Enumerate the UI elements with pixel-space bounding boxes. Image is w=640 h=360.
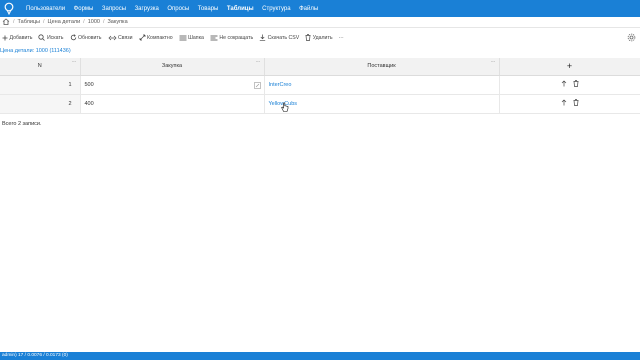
table-row[interactable]: 2 400 YellowCubs: [0, 94, 640, 114]
column-header-supplier-label: Поставщик: [367, 63, 396, 70]
no-shorten-button[interactable]: Не сокращать: [210, 35, 253, 41]
header-icon: [179, 35, 187, 40]
breadcrumb: / Таблицы / Цена детали / 1000 / Закупка: [0, 17, 640, 28]
settings-gear-icon[interactable]: [627, 33, 636, 44]
more-button[interactable]: ···: [339, 35, 344, 41]
download-csv-button[interactable]: Скачать CSV: [259, 34, 299, 41]
status-bar: admin) 17 / 0.0076 / 0.0173 (0): [0, 352, 640, 360]
nav-users[interactable]: Пользователи: [26, 6, 65, 12]
row-number: 1: [0, 75, 81, 95]
purchase-value: 500: [84, 81, 94, 88]
header-button[interactable]: Шапка: [179, 35, 204, 41]
refresh-icon: [70, 34, 76, 41]
column-menu-icon[interactable]: ···: [72, 59, 76, 65]
search-icon: [38, 34, 46, 41]
table-row[interactable]: 1 500 InterCreo: [0, 75, 640, 95]
search-button[interactable]: Искать: [38, 34, 64, 41]
column-header-purchase-label: Закупка: [161, 63, 183, 70]
row-number: 2: [0, 94, 81, 114]
add-button-label: Добавить: [9, 34, 33, 41]
data-table: N ··· Закупка ··· Поставщик ··· + 1 500 Int…: [0, 58, 640, 114]
row-actions: [499, 94, 640, 114]
breadcrumb-separator: /: [43, 19, 45, 25]
nav-queries[interactable]: Запросы: [102, 6, 126, 12]
column-header-n-label: N: [37, 63, 42, 70]
nav-upload[interactable]: Загрузка: [135, 6, 159, 12]
top-navbar: Пользователи Формы Запросы Загрузка Опро…: [0, 0, 640, 17]
list-icon: [210, 35, 218, 40]
supplier-link[interactable]: InterCreo: [264, 75, 500, 95]
download-csv-button-label: Скачать CSV: [267, 34, 300, 41]
table-caption-link[interactable]: Цена детали: 1000 (111436): [0, 48, 71, 54]
total-records: Всего 2 записи.: [2, 121, 42, 127]
purchase-cell[interactable]: 500: [80, 75, 265, 95]
edit-icon[interactable]: [253, 81, 261, 91]
add-column-label: +: [566, 61, 573, 72]
header-button-label: Шапка: [188, 34, 204, 41]
refresh-button-label: Обновить: [78, 34, 102, 41]
nav-files[interactable]: Файлы: [299, 6, 318, 12]
column-menu-icon[interactable]: ···: [256, 59, 260, 65]
nav-products[interactable]: Товары: [198, 6, 219, 12]
pointer-cursor-icon: [281, 102, 289, 115]
trash-icon: [305, 34, 311, 41]
nav-forms[interactable]: Формы: [74, 6, 94, 12]
breadcrumb-separator: /: [13, 19, 15, 25]
delete-button-label: Удалить: [312, 34, 333, 41]
breadcrumb-record[interactable]: 1000: [88, 19, 100, 25]
home-icon[interactable]: [2, 17, 10, 27]
purchase-cell[interactable]: 400: [80, 94, 265, 114]
nav-surveys[interactable]: Опросы: [167, 6, 189, 12]
breadcrumb-table[interactable]: Цена детали: [48, 19, 81, 25]
app-logo-icon[interactable]: [0, 0, 18, 17]
add-column-button[interactable]: +: [499, 58, 640, 76]
link-icon: [108, 35, 116, 40]
toolbar: Добавить Искать Обновить Связи Компактно…: [0, 31, 640, 44]
plus-icon: [2, 35, 8, 40]
links-button[interactable]: Связи: [108, 35, 133, 41]
column-menu-icon[interactable]: ···: [491, 59, 495, 65]
nav-tables[interactable]: Таблицы: [227, 6, 254, 12]
links-button-label: Связи: [118, 34, 133, 41]
delete-button[interactable]: Удалить: [305, 34, 333, 41]
table-header-row: N ··· Закупка ··· Поставщик ··· +: [0, 58, 640, 76]
download-icon: [259, 34, 266, 41]
compact-button-label: Компактно: [147, 34, 173, 41]
supplier-link[interactable]: YellowCubs: [264, 94, 500, 114]
breadcrumb-separator: /: [102, 19, 105, 25]
breadcrumb-separator: /: [83, 19, 85, 25]
compact-icon: [139, 34, 145, 41]
main-nav: Пользователи Формы Запросы Загрузка Опро…: [26, 6, 327, 12]
trash-icon[interactable]: [573, 99, 579, 108]
purchase-value: 400: [84, 100, 94, 107]
refresh-button[interactable]: Обновить: [70, 34, 102, 41]
column-header-n[interactable]: N ···: [0, 58, 81, 76]
move-up-icon[interactable]: [561, 80, 567, 89]
column-header-supplier[interactable]: Поставщик ···: [264, 58, 500, 76]
no-shorten-button-label: Не сокращать: [219, 34, 254, 41]
compact-button[interactable]: Компактно: [139, 34, 173, 41]
breadcrumb-current: Закупка: [107, 19, 128, 25]
column-header-purchase[interactable]: Закупка ···: [80, 58, 265, 76]
trash-icon[interactable]: [573, 80, 579, 89]
nav-structure[interactable]: Структура: [262, 6, 290, 12]
breadcrumb-tables[interactable]: Таблицы: [18, 19, 40, 25]
row-actions: [499, 75, 640, 95]
move-up-icon[interactable]: [561, 99, 567, 108]
search-button-label: Искать: [46, 34, 64, 41]
add-button[interactable]: Добавить: [2, 35, 32, 41]
